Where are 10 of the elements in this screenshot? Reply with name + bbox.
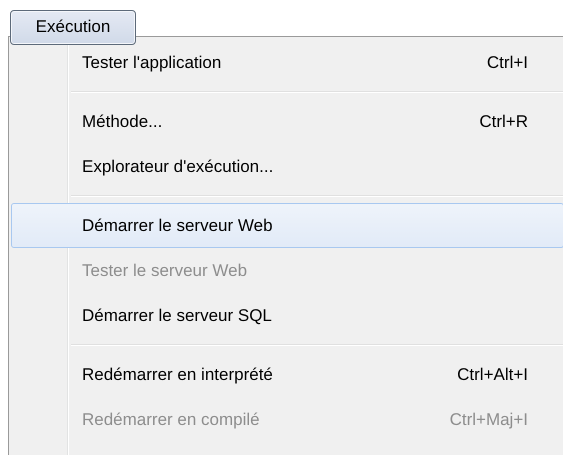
- shortcut-label: Ctrl+I: [486, 52, 528, 72]
- menu-item[interactable]: Redémarrer en interprété Ctrl+Alt+I: [11, 352, 563, 397]
- menu-item[interactable]: Démarrer le serveur Web: [11, 203, 563, 248]
- menu-title[interactable]: Exécution: [10, 10, 136, 45]
- menu-item[interactable]: Explorateur d'exécution...: [11, 144, 563, 189]
- shortcut-label: Ctrl+Alt+I: [457, 364, 528, 384]
- shortcut-label: Ctrl+Maj+I: [450, 410, 528, 430]
- menu-item[interactable]: Démarrer le serveur SQL: [11, 293, 563, 338]
- shortcut-label: Ctrl+R: [479, 112, 528, 132]
- menu-item[interactable]: Méthode... Ctrl+R: [11, 99, 563, 144]
